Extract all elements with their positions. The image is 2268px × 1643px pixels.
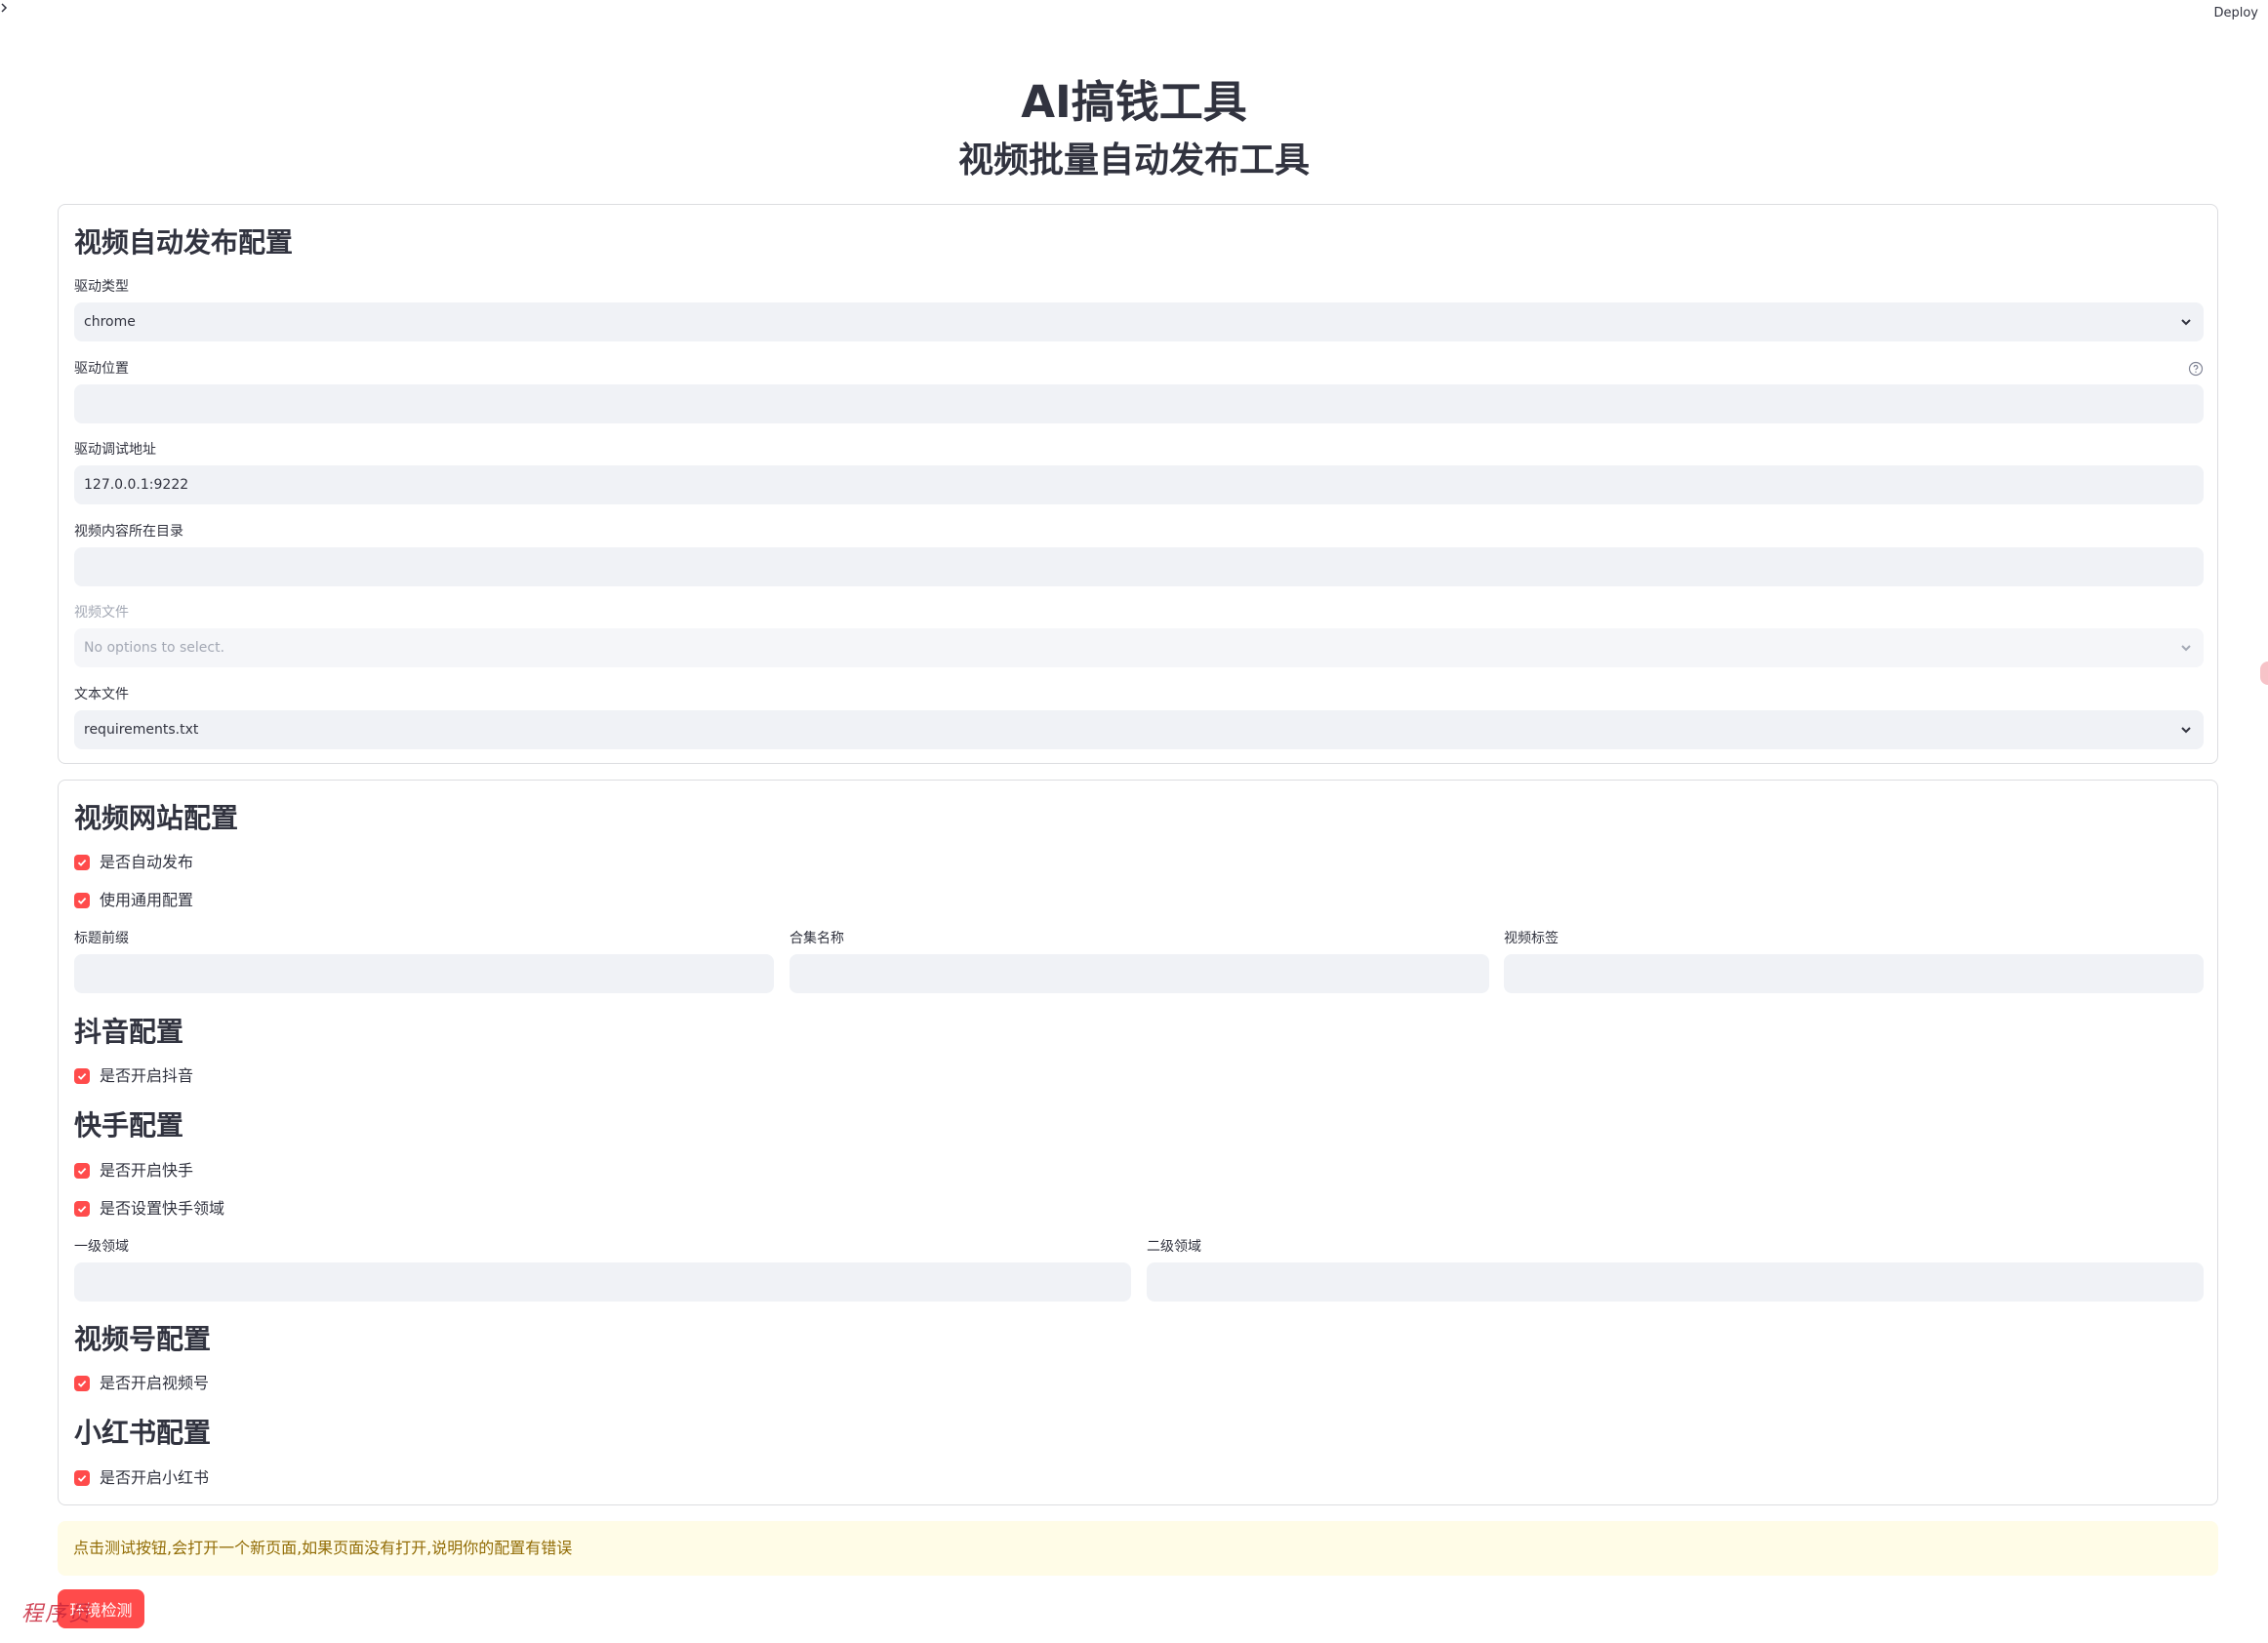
chevron-down-icon [2181, 645, 2191, 652]
video-file-label: 视频文件 [74, 605, 129, 621]
video-dir-input[interactable] [74, 547, 2204, 586]
chevron-down-icon [2181, 319, 2191, 326]
collection-name-label: 合集名称 [790, 931, 844, 946]
sidebar-expand-icon[interactable] [0, 0, 14, 21]
video-tags-input[interactable] [1504, 954, 2204, 993]
edge-handle [2260, 661, 2268, 685]
driver-location-label: 驱动位置 [74, 361, 129, 377]
site-config-heading: 视频网站配置 [74, 802, 239, 834]
shipinhao-enable-checkbox[interactable]: 是否开启视频号 [74, 1374, 209, 1393]
kuaishou-enable-label: 是否开启快手 [100, 1161, 194, 1180]
shipinhao-config-heading: 视频号配置 [74, 1323, 212, 1355]
help-icon[interactable] [2188, 361, 2204, 377]
page-title: AI搞钱工具 [1021, 76, 1247, 128]
check-icon [74, 1068, 90, 1084]
driver-debug-address-input[interactable]: 127.0.0.1:9222 [74, 465, 2204, 504]
chevron-down-icon [2181, 727, 2191, 734]
douyin-config-heading: 抖音配置 [74, 1016, 184, 1048]
douyin-enable-checkbox[interactable]: 是否开启抖音 [74, 1066, 193, 1086]
shipinhao-enable-label: 是否开启视频号 [100, 1374, 210, 1392]
kuaishou-domain-checkbox[interactable]: 是否设置快手领域 [74, 1199, 224, 1219]
douyin-enable-label: 是否开启抖音 [100, 1066, 194, 1085]
kuaishou-domain-label: 是否设置快手领域 [100, 1199, 225, 1218]
video-tags-label: 视频标签 [1504, 931, 1559, 946]
domain-level1-label: 一级领域 [74, 1239, 129, 1255]
publish-config-heading: 视频自动发布配置 [74, 226, 294, 259]
driver-debug-address-value: 127.0.0.1:9222 [84, 477, 189, 493]
driver-type-select[interactable]: chrome [74, 302, 2204, 341]
text-file-select[interactable]: requirements.txt [74, 710, 2204, 749]
publish-config-card: 视频自动发布配置 驱动类型 chrome 驱动位置 驱动调试地址 127.0.0… [58, 204, 2218, 764]
video-file-select: No options to select. [74, 628, 2204, 667]
driver-location-input[interactable] [74, 384, 2204, 423]
text-file-label: 文本文件 [74, 687, 129, 702]
top-bar: Deploy [0, 0, 2268, 29]
video-file-placeholder: No options to select. [84, 640, 225, 656]
page-subtitle: 视频批量自动发布工具 [957, 140, 1310, 180]
collection-name-input[interactable] [790, 954, 1489, 993]
check-icon [74, 1163, 90, 1179]
auto-publish-label: 是否自动发布 [100, 853, 194, 871]
domain-level2-label: 二级领域 [1147, 1239, 1201, 1255]
text-file-value: requirements.txt [84, 722, 199, 738]
driver-type-value: chrome [84, 314, 136, 330]
check-icon [74, 893, 90, 908]
xiaohongshu-enable-label: 是否开启小红书 [100, 1468, 210, 1487]
driver-type-label: 驱动类型 [74, 279, 129, 295]
warning-alert: 点击测试按钮,会打开一个新页面,如果页面没有打开,说明你的配置有错误 [58, 1521, 2218, 1576]
check-icon [74, 855, 90, 870]
deploy-button[interactable]: Deploy [2207, 4, 2264, 22]
site-config-card: 视频网站配置 是否自动发布 使用通用配置 标题前缀 合集名称 视频标签 抖音配置… [58, 780, 2218, 1505]
check-icon [74, 1376, 90, 1391]
auto-publish-checkbox[interactable]: 是否自动发布 [74, 853, 193, 872]
kuaishou-config-heading: 快手配置 [74, 1109, 184, 1142]
check-icon [74, 1470, 90, 1486]
xiaohongshu-enable-checkbox[interactable]: 是否开启小红书 [74, 1468, 209, 1488]
video-dir-label: 视频内容所在目录 [74, 524, 183, 540]
title-prefix-input[interactable] [74, 954, 774, 993]
xiaohongshu-config-heading: 小红书配置 [74, 1417, 212, 1449]
use-common-checkbox[interactable]: 使用通用配置 [74, 891, 193, 910]
title-prefix-label: 标题前缀 [74, 931, 129, 946]
check-icon [74, 1201, 90, 1217]
domain-level2-input[interactable] [1147, 1262, 2204, 1302]
domain-level1-input[interactable] [74, 1262, 1131, 1302]
driver-debug-address-label: 驱动调试地址 [74, 442, 156, 458]
warning-text: 点击测试按钮,会打开一个新页面,如果页面没有打开,说明你的配置有错误 [73, 1539, 573, 1557]
env-test-button[interactable]: 环境检测 [58, 1589, 144, 1628]
use-common-label: 使用通用配置 [100, 891, 194, 909]
kuaishou-enable-checkbox[interactable]: 是否开启快手 [74, 1161, 193, 1181]
